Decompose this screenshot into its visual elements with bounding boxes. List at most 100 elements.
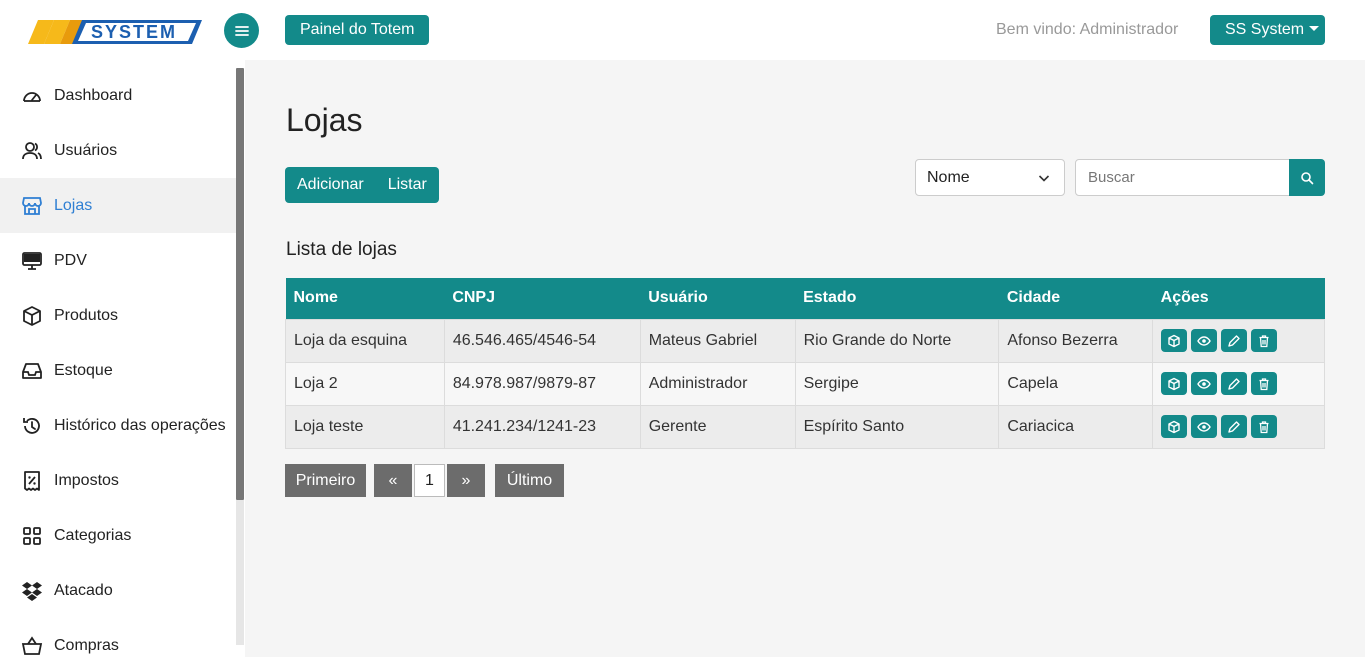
search-field-select[interactable]: Nome — [915, 159, 1065, 196]
pencil-icon — [1228, 377, 1240, 390]
view-action-button[interactable] — [1191, 372, 1218, 395]
pencil-icon — [1228, 334, 1240, 347]
trash-icon — [1259, 334, 1269, 347]
cell-cidade: Afonso Bezerra — [998, 318, 1154, 363]
sidebar-item-dashboard[interactable]: Dashboard — [0, 68, 236, 123]
sidebar: Dashboard Usuários Lojas PDV Produtos Es… — [0, 60, 245, 657]
cell-cnpj: 84.978.987/9879-87 — [443, 361, 641, 406]
action-button-group: Adicionar Listar — [285, 167, 439, 203]
products-action-button[interactable] — [1161, 415, 1188, 438]
delete-action-button[interactable] — [1251, 329, 1278, 352]
sidebar-item-label: Impostos — [54, 471, 119, 489]
column-header-usuario[interactable]: Usuário — [640, 278, 796, 319]
welcome-text: Bem vindo: Administrador — [996, 21, 1179, 38]
dropbox-icon — [21, 580, 43, 602]
sidebar-item-categorias[interactable]: Categorias — [0, 508, 236, 563]
menu-toggle-button[interactable] — [224, 13, 259, 48]
column-header-cidade[interactable]: Cidade — [998, 278, 1153, 319]
sidebar-scrollbar[interactable] — [236, 68, 244, 500]
app-logo[interactable]: SYSTEM — [24, 16, 204, 46]
pagination-last-button[interactable]: Último — [495, 464, 564, 497]
sidebar-item-pdv[interactable]: PDV — [0, 233, 236, 288]
table-row: Loja da esquina 46.546.465/4546-54 Mateu… — [285, 318, 1325, 363]
sidebar-item-produtos[interactable]: Produtos — [0, 288, 236, 343]
products-action-button[interactable] — [1161, 372, 1188, 395]
caret-down-icon — [1309, 26, 1320, 31]
table-row: Loja 2 84.978.987/9879-87 Administrador … — [285, 361, 1325, 406]
sidebar-item-label: Lojas — [54, 196, 93, 214]
cell-estado: Sergipe — [794, 361, 1000, 406]
box-icon — [1168, 420, 1180, 433]
pagination-page-button[interactable]: 1 — [414, 464, 445, 497]
sidebar-item-estoque[interactable]: Estoque — [0, 343, 236, 398]
top-bar: SYSTEM Painel do Totem Bem vindo: Admini… — [0, 0, 1365, 60]
cell-actions — [1152, 404, 1325, 449]
section-title: Lista de lojas — [286, 239, 397, 260]
cell-usuario: Administrador — [639, 361, 796, 406]
pagination-prev-button[interactable]: « — [374, 464, 412, 497]
cell-nome: Loja 2 — [285, 361, 445, 406]
edit-action-button[interactable] — [1221, 415, 1248, 438]
eye-icon — [1197, 335, 1211, 346]
sidebar-item-label: PDV — [54, 251, 87, 269]
trash-icon — [1259, 377, 1269, 390]
basket-icon — [21, 635, 43, 657]
cell-cnpj: 46.546.465/4546-54 — [443, 318, 641, 363]
store-icon — [21, 195, 43, 217]
list-button[interactable]: Listar — [376, 167, 439, 203]
sidebar-item-lojas[interactable]: Lojas — [0, 178, 236, 233]
eye-icon — [1197, 421, 1211, 432]
sidebar-item-usuarios[interactable]: Usuários — [0, 123, 236, 178]
cell-estado: Espírito Santo — [794, 404, 1000, 449]
page-title: Lojas — [286, 102, 363, 138]
history-icon — [21, 415, 43, 437]
cell-estado: Rio Grande do Norte — [794, 318, 1000, 363]
delete-action-button[interactable] — [1251, 415, 1278, 438]
pagination-next-button[interactable]: » — [447, 464, 485, 497]
select-value: Nome — [927, 169, 970, 186]
sidebar-item-label: Dashboard — [54, 86, 133, 104]
sidebar-item-label: Histórico das operações — [54, 416, 226, 434]
sidebar-item-atacado[interactable]: Atacado — [0, 563, 236, 618]
stores-table: Nome CNPJ Usuário Estado Cidade Ações Lo… — [285, 278, 1325, 449]
cell-actions — [1152, 318, 1325, 363]
box-icon — [1168, 334, 1180, 347]
column-header-cnpj[interactable]: CNPJ — [444, 278, 641, 319]
table-header-row: Nome CNPJ Usuário Estado Cidade Ações — [285, 278, 1325, 319]
cell-usuario: Mateus Gabriel — [639, 318, 796, 363]
pagination-first-button[interactable]: Primeiro — [285, 464, 366, 497]
sidebar-item-label: Estoque — [54, 361, 113, 379]
monitor-icon — [21, 250, 43, 272]
sidebar-scroll-track — [236, 500, 244, 645]
edit-action-button[interactable] — [1221, 329, 1248, 352]
products-action-button[interactable] — [1161, 329, 1188, 352]
add-button[interactable]: Adicionar — [285, 167, 376, 203]
search-input[interactable] — [1075, 159, 1290, 196]
sidebar-item-label: Produtos — [54, 306, 119, 324]
eye-icon — [1197, 378, 1211, 389]
sidebar-item-compras[interactable]: Compras — [0, 618, 236, 657]
column-header-nome[interactable]: Nome — [285, 278, 445, 319]
edit-action-button[interactable] — [1221, 372, 1248, 395]
cell-nome: Loja da esquina — [285, 318, 445, 363]
delete-action-button[interactable] — [1251, 372, 1278, 395]
view-action-button[interactable] — [1191, 415, 1218, 438]
cell-nome: Loja teste — [285, 404, 445, 449]
sidebar-item-label: Compras — [54, 636, 119, 654]
column-header-estado[interactable]: Estado — [795, 278, 999, 319]
user-menu-label: SS System — [1225, 21, 1305, 38]
sidebar-item-historico[interactable]: Histórico das operações — [0, 398, 236, 453]
cell-usuario: Gerente — [639, 404, 796, 449]
pencil-icon — [1228, 420, 1240, 433]
totem-panel-button[interactable]: Painel do Totem — [285, 15, 430, 45]
users-icon — [21, 140, 43, 162]
search-button[interactable] — [1289, 159, 1325, 196]
speedometer-icon — [21, 85, 43, 107]
box-icon — [1168, 377, 1180, 390]
sidebar-item-impostos[interactable]: Impostos — [0, 453, 236, 508]
search-icon — [1301, 171, 1314, 184]
user-menu-button[interactable]: SS System — [1210, 15, 1325, 45]
view-action-button[interactable] — [1191, 329, 1218, 352]
cell-actions — [1152, 361, 1325, 406]
cell-cidade: Capela — [998, 361, 1154, 406]
